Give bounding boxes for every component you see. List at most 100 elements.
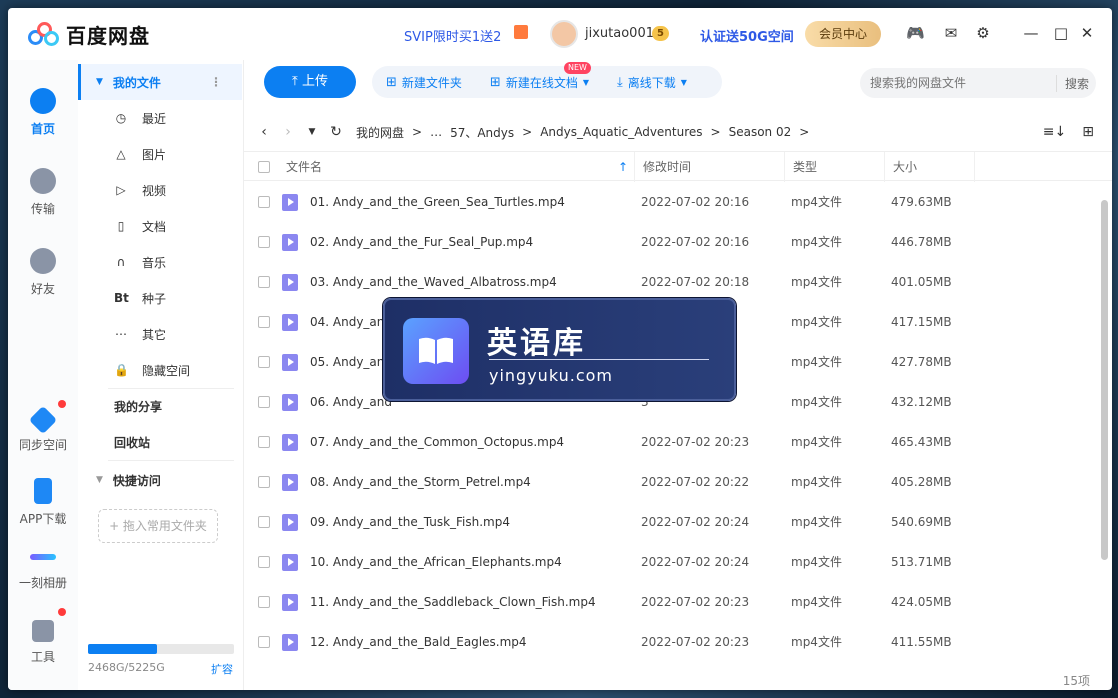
breadcrumb-item[interactable]: Season 02 bbox=[729, 125, 792, 139]
mail-icon[interactable]: ✉ bbox=[942, 25, 960, 41]
row-checkbox[interactable] bbox=[258, 396, 270, 408]
svip-promo-link[interactable]: SVIP限时买1送2 bbox=[404, 26, 501, 45]
file-name[interactable]: 01. Andy_and_the_Green_Sea_Turtles.mp4 bbox=[310, 182, 565, 222]
table-row[interactable]: 11. Andy_and_the_Saddleback_Clown_Fish.m… bbox=[244, 582, 1096, 622]
nav-item-tools[interactable]: 工具 bbox=[8, 620, 78, 665]
back-arrow-icon[interactable]: ‹ bbox=[252, 124, 276, 140]
nav-item-album[interactable]: 一刻相册 bbox=[8, 544, 78, 591]
sidebar-item-hidden-space[interactable]: 🔒 隐藏空间 bbox=[78, 360, 244, 380]
file-name[interactable]: 07. Andy_and_the_Common_Octopus.mp4 bbox=[310, 422, 564, 462]
select-all-checkbox[interactable] bbox=[258, 161, 270, 173]
sidebar-item-recent[interactable]: ◷ 最近 bbox=[78, 108, 244, 128]
table-row[interactable]: 12. Andy_and_the_Bald_Eagles.mp4 2022-07-… bbox=[244, 622, 1096, 662]
nav-item-app-download[interactable]: APP下载 bbox=[8, 478, 78, 527]
maximize-icon[interactable]: □ bbox=[1052, 25, 1070, 41]
expand-storage-link[interactable]: 扩容 bbox=[211, 661, 233, 677]
table-row[interactable]: 07. Andy_and_the_Common_Octopus.mp4 2022-… bbox=[244, 422, 1096, 462]
row-checkbox[interactable] bbox=[258, 316, 270, 328]
caret-down-icon[interactable]: ▼ bbox=[96, 77, 103, 87]
offline-download-button[interactable]: ⤓ 离线下载 ▼ bbox=[603, 74, 701, 91]
row-checkbox[interactable] bbox=[258, 436, 270, 448]
new-folder-button[interactable]: ⊞ 新建文件夹 bbox=[372, 74, 476, 91]
sidebar-item-my-share[interactable]: 我的分享 bbox=[78, 396, 244, 416]
breadcrumb-item[interactable]: 57、Andys bbox=[450, 124, 514, 141]
quick-access-drop-zone[interactable]: + 拖入常用文件夹 bbox=[98, 509, 218, 543]
row-checkbox[interactable] bbox=[258, 636, 270, 648]
file-name[interactable]: 09. Andy_and_the_Tusk_Fish.mp4 bbox=[310, 502, 510, 542]
file-name[interactable]: 06. Andy_and bbox=[310, 382, 392, 422]
nav-item-friends[interactable]: 好友 bbox=[8, 248, 78, 297]
row-checkbox[interactable] bbox=[258, 596, 270, 608]
file-name[interactable]: 11. Andy_and_the_Saddleback_Clown_Fish.m… bbox=[310, 582, 596, 622]
sidebar-item-recycle-bin[interactable]: 回收站 bbox=[78, 432, 244, 452]
sidebar-item-other[interactable]: ⋯ 其它 bbox=[78, 324, 244, 344]
history-dropdown-icon[interactable]: ▼ bbox=[300, 127, 324, 137]
column-header-name[interactable]: 文件名 ↑ bbox=[278, 152, 634, 182]
forward-arrow-icon[interactable]: › bbox=[276, 124, 300, 140]
search-button[interactable]: 搜索 bbox=[1056, 74, 1089, 92]
file-name[interactable]: 05. Andy_and bbox=[310, 342, 392, 382]
nav-item-transfer[interactable]: 传输 bbox=[8, 168, 78, 217]
sidebar-item-torrents[interactable]: Bt 种子 bbox=[78, 288, 244, 308]
gift-icon[interactable] bbox=[514, 25, 528, 39]
new-folder-label: 新建文件夹 bbox=[401, 75, 462, 90]
caret-down-icon[interactable]: ▼ bbox=[96, 475, 103, 485]
phone-icon bbox=[34, 478, 52, 504]
sidebar-quick-access[interactable]: ▼ 快捷访问 bbox=[78, 470, 244, 490]
file-modified-time: 2022-07-02 20:23 bbox=[641, 595, 750, 609]
column-header-time[interactable]: 修改时间 bbox=[634, 152, 784, 182]
table-row[interactable]: 09. Andy_and_the_Tusk_Fish.mp4 2022-07-02… bbox=[244, 502, 1096, 542]
file-name[interactable]: 04. Andy_and bbox=[310, 302, 392, 342]
breadcrumb-item[interactable]: 我的网盘 bbox=[356, 124, 404, 141]
row-checkbox[interactable] bbox=[258, 556, 270, 568]
row-checkbox[interactable] bbox=[258, 476, 270, 488]
game-icon[interactable]: 🎮 bbox=[906, 25, 925, 41]
minimize-icon[interactable]: — bbox=[1022, 25, 1040, 41]
avatar[interactable] bbox=[550, 20, 578, 48]
username[interactable]: jixutao001 bbox=[585, 26, 654, 41]
row-checkbox[interactable] bbox=[258, 236, 270, 248]
row-checkbox[interactable] bbox=[258, 356, 270, 368]
sidebar-item-docs[interactable]: ▯ 文档 bbox=[78, 216, 244, 236]
row-checkbox[interactable] bbox=[258, 196, 270, 208]
sort-icon[interactable]: ≡↓ bbox=[1043, 124, 1066, 140]
new-online-doc-button[interactable]: ⊞ 新建在线文档 ▼ bbox=[476, 74, 603, 91]
row-checkbox[interactable] bbox=[258, 276, 270, 288]
file-name[interactable]: 02. Andy_and_the_Fur_Seal_Pup.mp4 bbox=[310, 222, 533, 262]
file-name[interactable]: 12. Andy_and_the_Bald_Eagles.mp4 bbox=[310, 622, 527, 662]
grid-view-icon[interactable]: ⊞ bbox=[1082, 124, 1094, 140]
file-modified-time: 2022-07-02 20:18 bbox=[641, 275, 750, 289]
breadcrumb-item[interactable]: … bbox=[430, 125, 442, 139]
more-vertical-icon[interactable]: ⋮ bbox=[210, 75, 222, 89]
close-icon[interactable]: ✕ bbox=[1078, 25, 1096, 41]
sidebar-item-music[interactable]: ∩ 音乐 bbox=[78, 252, 244, 272]
sidebar-my-files-row[interactable]: ▼ 我的文件 ⋮ bbox=[78, 72, 244, 92]
breadcrumb-item[interactable]: Andys_Aquatic_Adventures bbox=[540, 125, 702, 139]
file-name[interactable]: 03. Andy_and_the_Waved_Albatross.mp4 bbox=[310, 262, 557, 302]
vip-center-button[interactable]: 会员中心 bbox=[805, 21, 881, 47]
row-checkbox[interactable] bbox=[258, 516, 270, 528]
column-header-type[interactable]: 类型 bbox=[784, 152, 884, 182]
file-name[interactable]: 10. Andy_and_the_African_Elephants.mp4 bbox=[310, 542, 562, 582]
video-file-icon bbox=[282, 554, 298, 571]
table-row[interactable]: 02. Andy_and_the_Fur_Seal_Pup.mp4 2022-07… bbox=[244, 222, 1096, 262]
sidebar-item-videos[interactable]: ▷ 视频 bbox=[78, 180, 244, 200]
table-row[interactable]: 03. Andy_and_the_Waved_Albatross.mp4 2022… bbox=[244, 262, 1096, 302]
nav-item-home[interactable]: 首页 bbox=[8, 88, 78, 137]
table-row[interactable]: 10. Andy_and_the_African_Elephants.mp4 20… bbox=[244, 542, 1096, 582]
column-header-size[interactable]: 大小 bbox=[884, 152, 974, 182]
file-name[interactable]: 08. Andy_and_the_Storm_Petrel.mp4 bbox=[310, 462, 531, 502]
refresh-icon[interactable]: ↻ bbox=[324, 124, 348, 140]
sidebar-item-images[interactable]: △ 图片 bbox=[78, 144, 244, 164]
search-input[interactable] bbox=[870, 76, 1056, 90]
sidebar-item-label: 我的分享 bbox=[114, 399, 163, 414]
scrollbar[interactable] bbox=[1101, 200, 1108, 560]
upload-button[interactable]: ⤒ 上传 bbox=[264, 66, 356, 98]
verify-promo-link[interactable]: 认证送50G空间 bbox=[700, 26, 794, 45]
table-row[interactable]: 08. Andy_and_the_Storm_Petrel.mp4 2022-07… bbox=[244, 462, 1096, 502]
file-size: 411.55MB bbox=[891, 635, 952, 649]
search-box: 搜索 bbox=[860, 68, 1096, 98]
table-row[interactable]: 01. Andy_and_the_Green_Sea_Turtles.mp4 20… bbox=[244, 182, 1096, 222]
nav-item-sync[interactable]: 同步空间 bbox=[8, 405, 78, 453]
settings-icon[interactable]: ⚙ bbox=[974, 25, 992, 41]
